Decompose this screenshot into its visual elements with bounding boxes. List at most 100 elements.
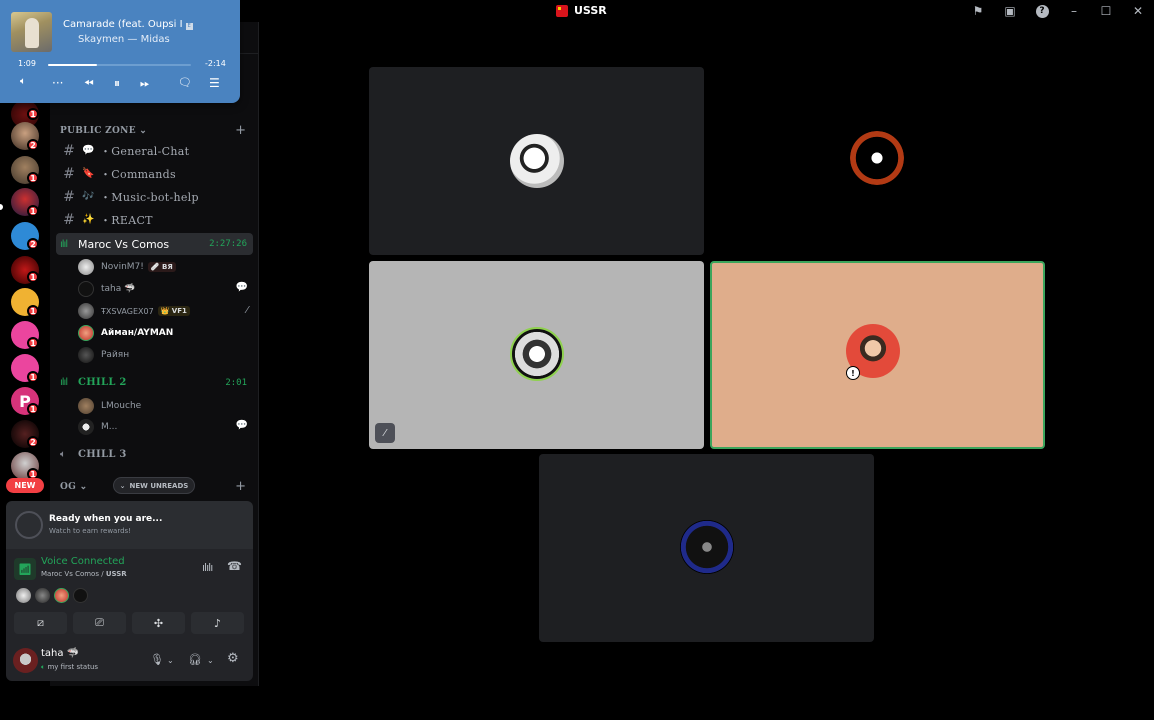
voice-member[interactable]: taha 🦈 <box>78 279 135 299</box>
remaining-time: -2:14 <box>205 59 226 68</box>
create-channel-plus-icon[interactable]: + <box>235 123 246 138</box>
voice-member[interactable]: M... <box>78 417 117 437</box>
discord-window: USSR ⚑ ▣ ? – ☐ ✕ 1 2 1 1 2 1 1 1 1 P 1 2… <box>0 0 1154 720</box>
voice-member[interactable]: ŦXSVAGEX07 👑 VF1 <box>78 301 190 321</box>
bookmark-icon: 🔖 <box>82 168 95 179</box>
voice-channel-label: CHILL 3 <box>78 449 127 460</box>
speaker-icon: 🔈︎ <box>60 449 66 460</box>
avatar[interactable] <box>13 648 38 673</box>
member-name: NovinM7! <box>101 262 144 272</box>
avatar <box>78 281 94 297</box>
activity-chat-icon: 💬 <box>235 282 248 293</box>
user-status[interactable]: 🔈︎ my first status <box>41 663 98 672</box>
title-bar-actions: ⚑ ▣ ? – ☐ ✕ <box>962 0 1154 22</box>
channel-music-bot-help[interactable]: # 🎶 ・Music-bot-help <box>56 186 253 207</box>
chevron-down-icon: ⌄ <box>139 126 148 136</box>
category-og[interactable]: OG ⌄ <box>60 482 87 492</box>
server-badge-7: 1 <box>27 305 39 317</box>
pause-icon[interactable]: ⏸︎ <box>114 76 120 91</box>
minimize-icon[interactable]: – <box>1058 0 1090 22</box>
inbox-icon[interactable]: ▣ <box>994 0 1026 22</box>
avatar <box>78 347 94 363</box>
voice-action-buttons: ⧄ ⎚ ✣ ♪ <box>14 612 244 634</box>
new-servers-pill[interactable]: NEW <box>6 478 44 493</box>
activities-button[interactable]: ✣ <box>132 612 185 634</box>
channel-label: ・General-Chat <box>100 144 190 158</box>
quest-progress-ring-icon <box>15 511 43 539</box>
voice-status[interactable]: Voice Connected <box>41 556 125 567</box>
avatar-decoration-icon: ! <box>846 366 860 380</box>
new-unreads-button[interactable]: ⌄ NEW UNREADS <box>113 477 195 494</box>
participant-avatar <box>680 520 734 574</box>
previous-track-icon[interactable]: ⏪︎ <box>84 76 94 91</box>
voice-location-separator: / <box>99 570 106 578</box>
settings-gear-icon[interactable]: ⚙︎ <box>227 651 239 666</box>
avatar[interactable] <box>16 588 31 603</box>
participant-tile[interactable]: ⁄ <box>369 261 704 449</box>
song-title-text: Camarade (feat. Oupsi I <box>63 19 183 30</box>
server-badge-2: 2 <box>27 139 39 151</box>
voice-member[interactable]: NovinM7! 🩹 BЯ <box>78 257 176 277</box>
chevron-down-icon[interactable]: ⌄ <box>167 656 174 665</box>
voice-channel-maroc[interactable]: ılıl Maroc Vs Comos 2:27:26 <box>56 233 253 255</box>
avatar[interactable] <box>54 588 69 603</box>
user-name[interactable]: taha 🦈 <box>41 648 79 659</box>
voice-channel-chill-2[interactable]: ılıl CHILL 2 2:01 <box>56 372 253 393</box>
participant-tile-speaking[interactable]: ! <box>710 261 1045 449</box>
chevron-down-icon[interactable]: ⌄ <box>207 656 214 665</box>
screen-share-button[interactable]: ⎚ <box>73 612 126 634</box>
participant-tile[interactable] <box>710 67 1045 255</box>
category-public-zone[interactable]: PUBLIC ZONE ⌄ <box>60 126 147 136</box>
quest-title: Ready when you are... <box>49 514 163 524</box>
flag-icon[interactable]: ⚑ <box>962 0 994 22</box>
avatar <box>78 419 94 435</box>
disconnect-phone-icon[interactable]: ☎︎ <box>227 559 242 573</box>
lyrics-icon[interactable]: 🗨︎ <box>178 76 192 89</box>
sparkles-icon: ✨ <box>82 214 95 225</box>
avatar[interactable] <box>73 588 88 603</box>
hash-icon: # <box>63 165 75 182</box>
avatar[interactable] <box>35 588 50 603</box>
playback-progress-bar[interactable] <box>48 64 191 66</box>
channel-general-chat[interactable]: # 💬 ・General-Chat <box>56 140 253 161</box>
song-artist: Skaymen — Midas <box>78 34 170 45</box>
more-options-icon[interactable]: ··· <box>52 76 63 90</box>
participant-tile[interactable] <box>369 67 704 255</box>
server-rail: 1 2 1 1 2 1 1 1 1 P 1 2 1 <box>0 100 50 520</box>
server-badge-1: 1 <box>27 108 39 120</box>
volume-icon[interactable]: 🔈︎ <box>20 76 26 87</box>
mic-muted-icon: ⁄ <box>246 305 248 316</box>
quest-promo[interactable]: Ready when you are... Watch to earn rewa… <box>6 501 253 549</box>
headphones-icon[interactable]: 🎧︎ <box>188 653 202 666</box>
member-name: Райян <box>101 350 130 360</box>
voice-location[interactable]: Maroc Vs Comos / USSR <box>41 570 127 578</box>
queue-list-icon[interactable]: ☰ <box>209 76 220 90</box>
voice-channel-chill-3[interactable]: 🔈︎ CHILL 3 <box>56 444 253 465</box>
signal-strength-icon[interactable]: 📶︎ <box>14 558 36 580</box>
avatar <box>78 303 94 319</box>
next-track-icon[interactable]: ⏩︎ <box>140 76 150 91</box>
noise-suppression-icon[interactable]: ılılı <box>202 561 213 574</box>
video-off-icon: ⧄ <box>37 616 44 629</box>
microphone-icon[interactable]: 🎙︎ <box>150 653 164 666</box>
voice-member[interactable]: Райян <box>78 345 129 365</box>
soundboard-button[interactable]: ♪ <box>191 612 244 634</box>
mic-muted-icon: ⁄ <box>375 423 395 443</box>
member-name: M... <box>101 422 118 432</box>
hash-icon: # <box>63 142 75 159</box>
song-title: Camarade (feat. Oupsi I E <box>63 19 193 30</box>
participant-avatar <box>510 327 564 381</box>
participant-tile[interactable] <box>539 454 874 642</box>
camera-off-button[interactable]: ⧄ <box>14 612 67 634</box>
voice-member[interactable]: LMouche <box>78 396 141 416</box>
channel-react[interactable]: # ✨ ・REACT <box>56 209 253 230</box>
maximize-icon[interactable]: ☐ <box>1090 0 1122 22</box>
member-name: taha 🦈 <box>101 284 136 294</box>
channel-commands[interactable]: # 🔖 ・Commands <box>56 163 253 184</box>
create-channel-plus-icon[interactable]: + <box>235 479 246 494</box>
server-badge-9: 1 <box>27 371 39 383</box>
help-icon[interactable]: ? <box>1026 0 1058 22</box>
voice-member[interactable]: Айман/AYMAN <box>78 323 173 343</box>
close-icon[interactable]: ✕ <box>1122 0 1154 22</box>
chevron-down-icon: ⌄ <box>79 482 88 492</box>
